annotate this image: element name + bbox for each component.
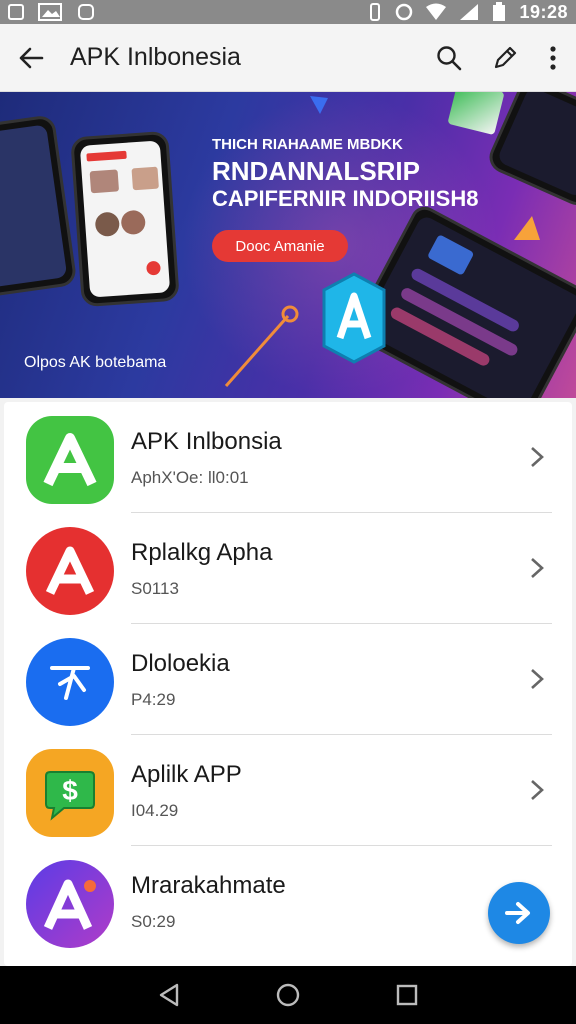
list-item[interactable]: Mrarakahmate S0:29 [4,846,572,957]
wifi-icon [426,3,447,20]
app-name: Aplilk APP [131,761,242,788]
page-title: APK Inlbonesia [70,43,241,71]
back-arrow-icon [19,47,44,68]
edit-button[interactable] [482,35,528,81]
forward-fab-button[interactable] [488,882,550,944]
phone-illustration [70,130,180,308]
list-item[interactable]: Rplalkg Apha S0113 [4,513,572,624]
banner-headline-1: THICH RIAHAAME MBDKK [212,136,403,153]
status-bar: 19:28 [0,0,576,24]
apk-a-icon [26,527,114,615]
more-options-button[interactable] [538,35,568,81]
apk-a-icon [26,416,114,504]
triangle-decor-icon [310,96,328,114]
sparkle-line-icon [224,305,299,387]
list-item[interactable]: $ Aplilk APP I04.29 [4,735,572,846]
app-bar: APK Inlbonesia [0,24,576,92]
search-icon [437,45,462,70]
status-time: 19:28 [519,1,568,22]
banner-caption: Olpos AK botebama [24,354,167,371]
more-vert-icon [550,45,556,70]
back-button[interactable] [0,24,62,92]
nav-back-button[interactable] [146,972,192,1018]
chevron-right-icon [531,447,544,467]
chevron-right-icon [531,558,544,578]
nav-home-button[interactable] [265,972,311,1018]
photo-icon [38,3,62,21]
home-circle-icon [276,983,300,1007]
svg-text:$: $ [62,775,78,806]
app-name: Mrarakahmate [131,872,286,899]
list-item[interactable]: APK Inlbonsia AphX'Oe: ll0:01 [4,402,572,513]
app-subtitle: AphX'Oe: ll0:01 [131,468,249,487]
banner-cta-button[interactable]: Dooc Amanie [212,230,348,262]
app-name: Rplalkg Apha [131,539,273,566]
app-subtitle: P4:29 [131,690,176,709]
alarm-icon [396,3,413,21]
notification-icon [78,4,94,20]
nav-recents-button[interactable] [384,972,430,1018]
app-subtitle: I04.29 [131,801,179,820]
battery-icon [493,2,506,21]
vibrate-icon [370,3,381,21]
signal-icon [460,4,479,20]
recents-square-icon [396,984,417,1006]
app-subtitle: S0:29 [131,912,176,931]
back-triangle-icon [160,983,179,1007]
list-item[interactable]: Dloloekia P4:29 [4,624,572,735]
apk-hex-logo-icon [322,272,386,364]
app-name: Dloloekia [131,650,230,677]
forward-arrow-icon [505,902,530,924]
search-button[interactable] [426,35,472,81]
dollar-chat-icon: $ [26,749,114,837]
app-list: APK Inlbonsia AphX'Oe: ll0:01 Rplalkg Ap… [4,402,572,966]
banner-headline-2: RNDANNALSRIP [212,156,420,186]
system-nav-bar [0,966,576,1024]
banner-headline-3: CAPIFERNIR INDORIISH8 [212,186,479,211]
image-icon [8,4,24,20]
chevron-right-icon [531,669,544,689]
triangle-decor-icon [514,216,540,240]
apk-a-icon [26,860,114,948]
phone-illustration [0,114,78,298]
chevron-right-icon [531,780,544,800]
app-name: APK Inlbonsia [131,428,282,455]
edit-icon [494,46,517,68]
plane-icon [26,638,114,726]
app-subtitle: S0113 [131,579,179,598]
promo-banner[interactable]: THICH RIAHAAME MBDKK RNDANNALSRIP CAPIFE… [0,92,576,398]
